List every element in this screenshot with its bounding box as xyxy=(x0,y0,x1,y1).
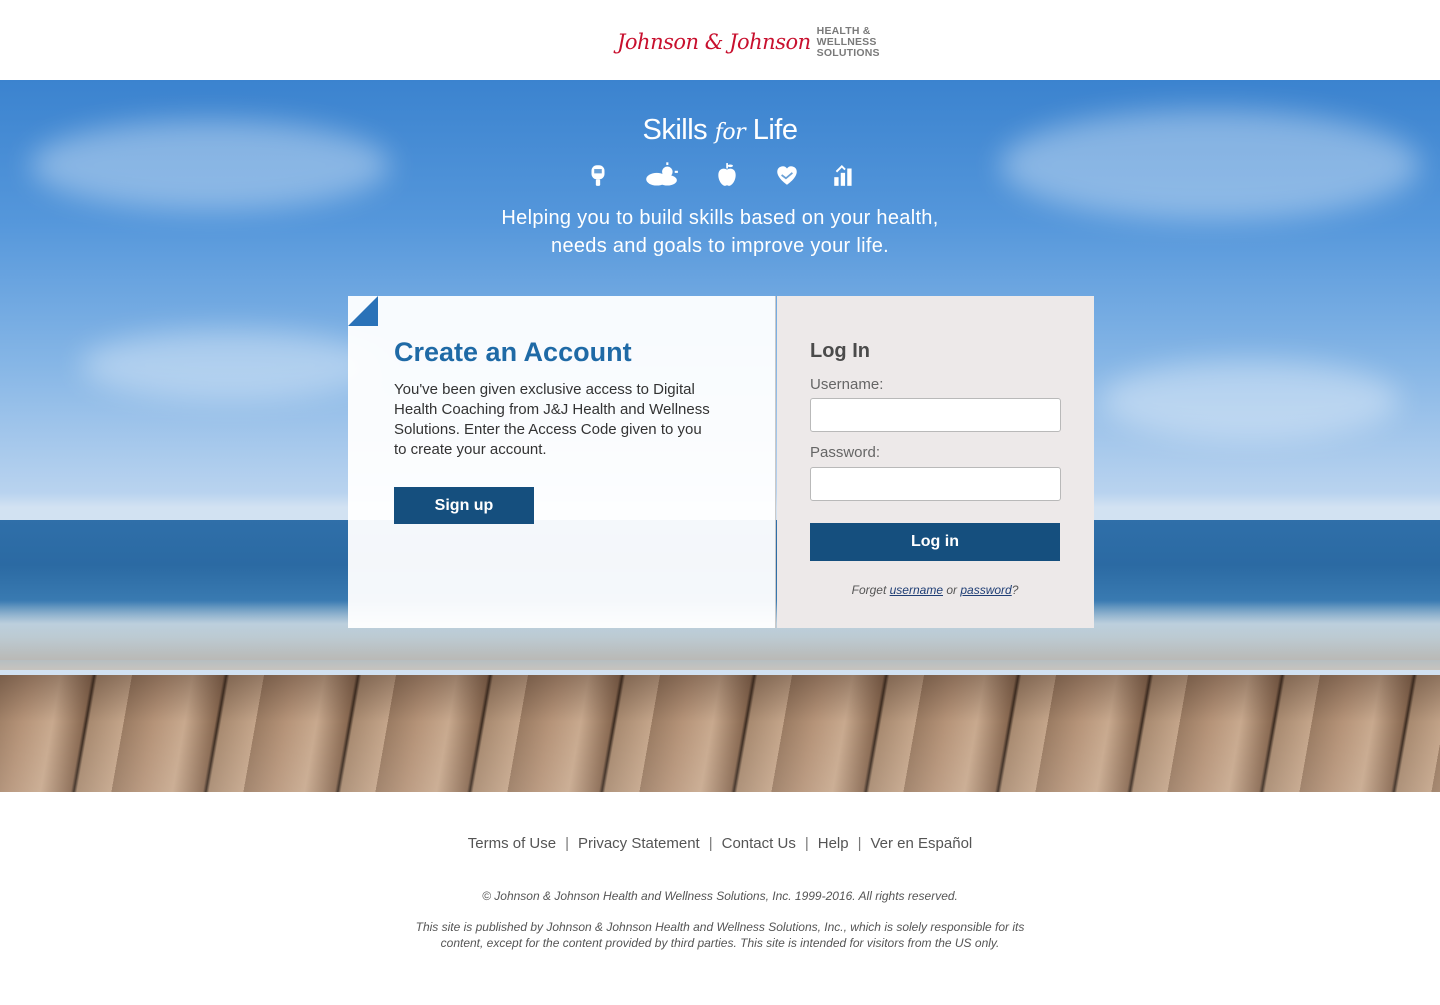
description-line: to create your account. xyxy=(394,441,547,458)
disclaimer-line: This site is published by Johnson & John… xyxy=(415,920,1025,934)
deck-shade xyxy=(0,675,1440,792)
username-field[interactable] xyxy=(810,398,1061,432)
logo-subtitle: HEALTH & WELLNESS SOLUTIONS xyxy=(816,24,880,59)
glucose-meter-icon xyxy=(585,162,611,188)
contact-us-link[interactable]: Contact Us xyxy=(722,835,796,852)
description-line: Health Coaching from J&J Health and Well… xyxy=(394,401,710,418)
skills-for-life-logo: Skills for Life xyxy=(0,114,1440,147)
separator: | xyxy=(565,835,569,852)
create-account-description: You've been given exclusive access to Di… xyxy=(394,380,734,460)
brand-skills: Skills xyxy=(642,114,708,146)
progress-chart-icon xyxy=(831,162,857,188)
copyright: © Johnson & Johnson Health and Wellness … xyxy=(482,889,958,903)
sign-up-button[interactable]: Sign up xyxy=(394,487,534,524)
forgot-credentials: Forget username or password? xyxy=(810,583,1060,597)
cloud xyxy=(80,330,380,400)
site-header: Johnson & Johnson HEALTH & WELLNESS SOLU… xyxy=(0,0,1440,80)
password-field[interactable] xyxy=(810,467,1061,501)
forgot-or: or xyxy=(943,583,961,597)
feature-icons xyxy=(585,162,857,188)
hero-tagline: Helping you to build skills based on you… xyxy=(0,204,1440,260)
logo-sub-line: WELLNESS xyxy=(816,35,877,48)
terms-of-use-link[interactable]: Terms of Use xyxy=(468,835,556,852)
forgot-prefix: Forget xyxy=(851,583,890,597)
spanish-link[interactable]: Ver en Español xyxy=(871,835,973,852)
logo-sub-line: SOLUTIONS xyxy=(816,46,880,59)
disclaimer: This site is published by Johnson & John… xyxy=(0,919,1440,951)
description-line: You've been given exclusive access to Di… xyxy=(394,381,695,398)
description-line: Solutions. Enter the Access Code given t… xyxy=(394,421,702,438)
weather-icon xyxy=(642,162,680,188)
brand-life: Life xyxy=(752,114,798,146)
log-in-button[interactable]: Log in xyxy=(810,523,1060,561)
cloud xyxy=(1100,360,1400,440)
footer-nav: Terms of Use | Privacy Statement | Contact U… xyxy=(0,835,1440,852)
forgot-password-link[interactable]: password xyxy=(960,583,1011,597)
privacy-statement-link[interactable]: Privacy Statement xyxy=(578,835,700,852)
heart-hands-icon xyxy=(774,162,800,188)
corner-fold-icon xyxy=(348,296,378,326)
brand-for: for xyxy=(714,120,746,145)
forgot-suffix: ? xyxy=(1011,583,1019,597)
separator: | xyxy=(804,835,809,852)
username-label: Username: xyxy=(810,376,884,393)
logo-sub-line: HEALTH & xyxy=(816,24,871,37)
tagline-line: needs and goals to improve your life. xyxy=(551,235,889,257)
apple-icon xyxy=(714,162,740,188)
logo-script: Johnson & Johnson xyxy=(617,30,811,54)
password-label: Password: xyxy=(810,444,881,461)
login-title: Log In xyxy=(810,340,870,362)
forgot-username-link[interactable]: username xyxy=(890,583,943,597)
jnj-logo[interactable]: Johnson & Johnson HEALTH & WELLNESS SOLU… xyxy=(617,24,880,59)
create-account-title: Create an Account xyxy=(394,337,632,367)
separator: | xyxy=(857,835,862,852)
tagline-line: Helping you to build skills based on you… xyxy=(501,207,939,229)
help-link[interactable]: Help xyxy=(818,835,849,852)
separator: | xyxy=(708,835,713,852)
disclaimer-line: content, except for the content provided… xyxy=(440,936,1000,950)
